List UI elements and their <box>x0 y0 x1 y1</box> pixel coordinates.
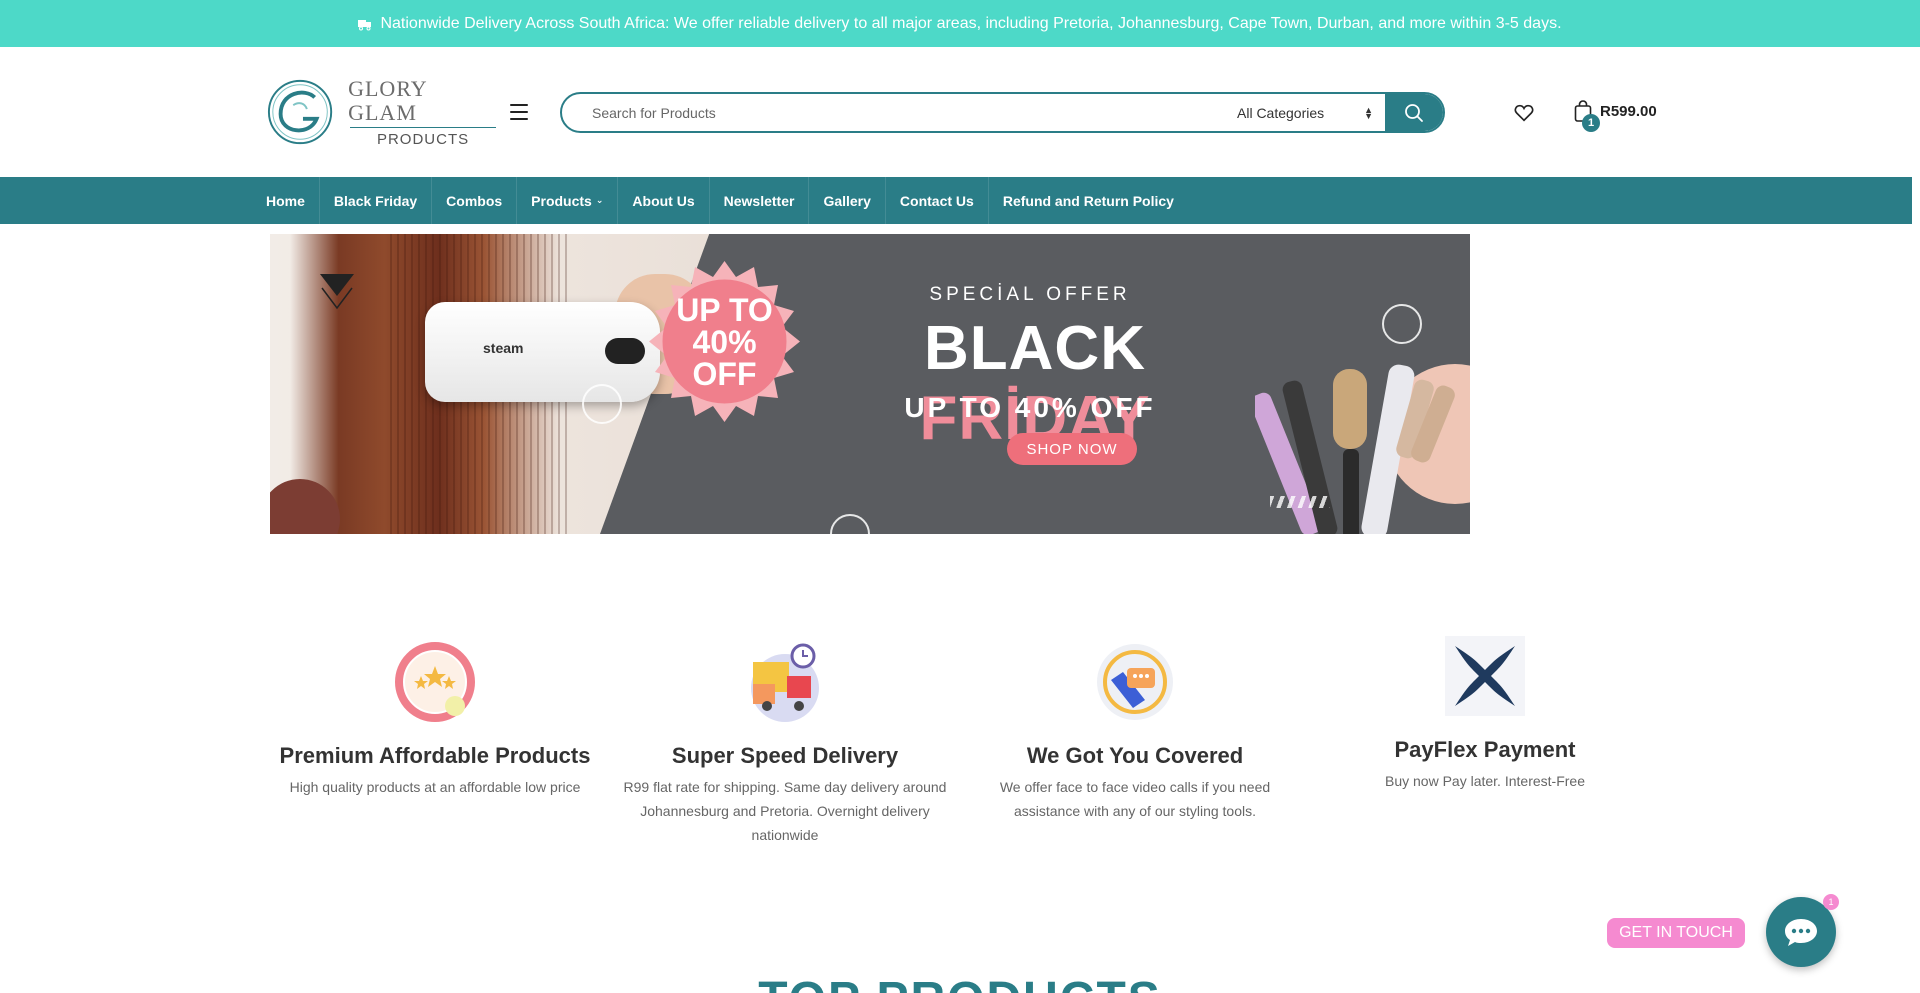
feature-text: R99 flat rate for shipping. Same day del… <box>623 779 947 843</box>
search-icon <box>1405 103 1423 122</box>
category-select[interactable]: All Categories ▲ ▼ <box>1225 94 1385 131</box>
logo-name: GLORY GLAM <box>348 75 427 125</box>
chevron-down-icon: ⌄ <box>595 195 604 205</box>
nav-item-home[interactable]: Home <box>266 177 320 224</box>
features-section: Premium Affordable Products High quality… <box>260 636 1660 860</box>
nav-item-combos[interactable]: Combos <box>432 177 518 224</box>
hair-straightener-image: steam <box>425 302 660 402</box>
logo-subtitle: PRODUCTS <box>376 130 470 148</box>
feature-title: Premium Affordable Products <box>279 743 591 768</box>
chat-bubble-icon <box>1785 919 1817 946</box>
logo-mark-icon <box>267 79 333 145</box>
discount-badge-text: UP TO 40% OFF <box>676 292 773 392</box>
feature-text: Buy now Pay later. Interest-Free <box>1385 773 1585 789</box>
announcement-text: Nationwide Delivery Across South Africa:… <box>380 14 1562 32</box>
feature-text: We offer face to face video calls if you… <box>999 779 1271 819</box>
menu-hamburger-icon[interactable] <box>510 104 528 120</box>
category-select-value: All Categories <box>1237 104 1325 121</box>
search-bar: All Categories ▲▼ <box>560 92 1445 133</box>
cart-button[interactable]: 1 R599.00 <box>1574 100 1657 132</box>
hero-subtitle: UP TO 40% OFF <box>904 392 1156 423</box>
site-header: GLORY GLAM PRODUCTS All Categories ▲▼ 1 … <box>0 47 1920 177</box>
feature-item: Premium Affordable Products High quality… <box>265 640 605 799</box>
nav-item-newsletter[interactable]: Newsletter <box>710 177 810 224</box>
truck-icon <box>358 19 372 30</box>
feature-item: We Got You Covered We offer face to face… <box>965 640 1305 823</box>
nav-item-gallery[interactable]: Gallery <box>809 177 886 224</box>
nav-item-black-friday[interactable]: Black Friday <box>320 177 433 224</box>
site-logo[interactable]: GLORY GLAM PRODUCTS <box>266 75 498 149</box>
special-offer-label: SPECİAL OFFER <box>929 284 1131 305</box>
nav-item-refund-policy[interactable]: Refund and Return Policy <box>989 177 1188 224</box>
announcement-bar: Nationwide Delivery Across South Africa:… <box>0 0 1920 47</box>
video-call-icon <box>1097 644 1173 720</box>
feature-item: Super Speed Delivery R99 flat rate for s… <box>615 640 955 847</box>
section-title: TOP PRODUCTS <box>0 972 1920 993</box>
select-arrows-icon: ▲ ▼ <box>1364 104 1373 121</box>
main-nav: Home Black Friday Combos Products ⌄ About… <box>0 177 1912 224</box>
cart-total: R599.00 <box>1600 102 1657 120</box>
nav-item-about-us[interactable]: About Us <box>618 177 710 224</box>
shopping-bag-icon: 1 <box>1574 100 1600 132</box>
delivery-truck-icon <box>751 643 819 722</box>
hero-banner[interactable]: steam UP TO 40% OFF SPECİAL OFFER BLACK … <box>270 234 1470 534</box>
search-button[interactable] <box>1385 94 1443 131</box>
cart-count-badge: 1 <box>1582 114 1600 132</box>
notification-badge: 1 <box>1823 894 1839 910</box>
nav-item-contact-us[interactable]: Contact Us <box>886 177 989 224</box>
payflex-logo-icon <box>1445 636 1525 716</box>
wishlist-heart-icon[interactable] <box>1513 102 1535 124</box>
device-brand: steam <box>483 340 524 356</box>
feature-title: Super Speed Delivery <box>671 743 899 768</box>
feature-title: We Got You Covered <box>1026 743 1244 768</box>
feature-title: PayFlex Payment <box>1394 737 1576 762</box>
feature-item: PayFlex Payment Buy now Pay later. Inter… <box>1315 634 1655 793</box>
nav-item-products[interactable]: Products ⌄ <box>517 177 619 224</box>
search-input[interactable] <box>562 94 1225 131</box>
stars-badge-icon <box>395 642 475 722</box>
feature-text: High quality products at an affordable l… <box>289 779 581 795</box>
chevron-down-icon <box>320 274 354 310</box>
shop-now-button[interactable]: SHOP NOW <box>1007 433 1137 465</box>
get-in-touch-label[interactable]: GET IN TOUCH <box>1607 918 1745 948</box>
